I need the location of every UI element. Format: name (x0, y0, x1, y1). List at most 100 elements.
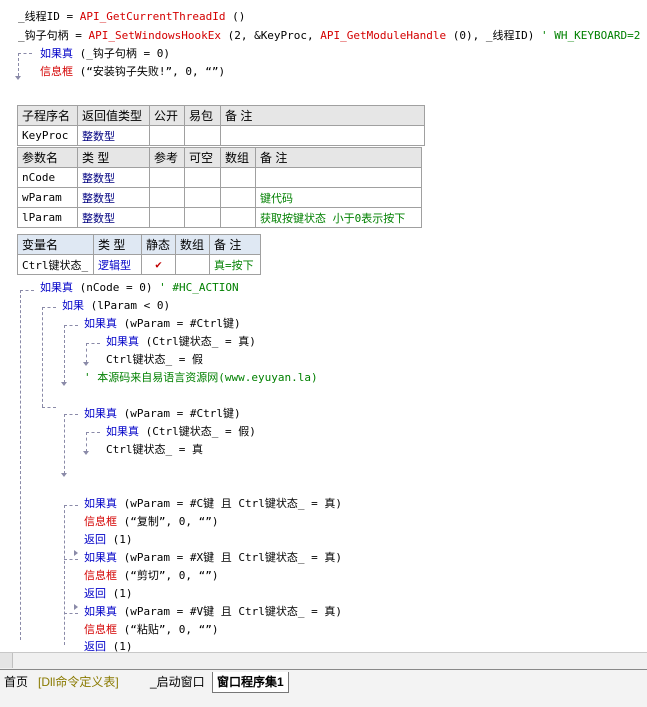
tab-window-program-set[interactable]: 窗口程序集1 (212, 672, 289, 693)
tab-startup-window[interactable]: _启动窗口 (146, 672, 209, 692)
tab-home[interactable]: 首页 (0, 672, 32, 692)
header-cell: 备 注 (209, 234, 261, 255)
flow-line (86, 343, 100, 344)
keyword: 如果真 (106, 335, 139, 348)
code-text: (2, &KeyProc, (220, 29, 321, 42)
sub-name-cell[interactable]: KeyProc (17, 125, 78, 146)
api-call: API_GetModuleHandle (320, 29, 447, 42)
keyword: 如果真 (84, 605, 117, 618)
code-comment: ' WH_KEYBOARD=2 (541, 29, 641, 42)
code-text: (“剪切”, 0, “”) (117, 569, 219, 582)
keyword: 信息框 (40, 65, 73, 78)
flow-arrow-icon (74, 550, 78, 556)
flow-arrow-icon (83, 451, 89, 455)
code-comment[interactable]: ' 本源码来自易语言资源网(www.eyuyan.la) (84, 371, 318, 385)
table-row[interactable]: wParam 整数型 键代码 (17, 187, 422, 208)
table-row[interactable]: nCode 整数型 (17, 167, 422, 188)
tab-dll-commands[interactable]: [Dll命令定义表] (34, 672, 123, 692)
flow-arrow-icon (83, 362, 89, 366)
flow-line (20, 290, 34, 291)
code-line-if-hook-zero[interactable]: 如果真 (_钩子句柄 = 0) (40, 47, 170, 61)
nullable-cell[interactable] (184, 207, 221, 228)
code-line[interactable]: 返回 (1) (84, 587, 133, 601)
code-line[interactable]: 信息框 (“复制”, 0, “”) (84, 515, 218, 529)
remark-cell[interactable]: 键代码 (255, 187, 422, 208)
scroll-left-button[interactable] (0, 653, 13, 668)
header-cell: 备 注 (255, 147, 422, 168)
array-cell[interactable] (220, 207, 256, 228)
code-line[interactable]: 返回 (1) (84, 533, 133, 547)
flow-arrow-icon (74, 604, 78, 610)
horizontal-scrollbar[interactable] (0, 652, 647, 669)
code-line[interactable]: 如果 (lParam < 0) (62, 299, 170, 313)
remark-cell[interactable] (255, 167, 422, 188)
code-text: (wParam = #Ctrl键) (117, 407, 241, 420)
return-type-cell[interactable]: 整数型 (77, 125, 150, 146)
code-text: (1) (106, 587, 133, 600)
ref-cell[interactable] (149, 207, 185, 228)
keyword: 信息框 (84, 515, 117, 528)
header-cell: 参考 (149, 147, 185, 168)
code-text: (1) (106, 533, 133, 546)
keyword: 如果真 (40, 281, 73, 294)
flow-line (64, 613, 78, 614)
code-line[interactable]: 如果真 (wParam = #Ctrl键) (84, 317, 241, 331)
tab-bar: 首页 [Dll命令定义表] _启动窗口 窗口程序集1 (0, 669, 647, 707)
remark-cell[interactable]: 获取按键状态 小于0表示按下 (255, 207, 422, 228)
pack-cell[interactable] (184, 125, 221, 146)
var-name-cell[interactable]: Ctrl键状态_ (17, 254, 94, 275)
nullable-cell[interactable] (184, 187, 221, 208)
code-text: (“粘贴”, 0, “”) (117, 623, 219, 636)
flow-line (64, 325, 65, 383)
code-line[interactable]: 如果真 (Ctrl键状态_ = 真) (106, 335, 256, 349)
param-name-cell[interactable]: wParam (17, 187, 78, 208)
header-cell: 易包 (184, 105, 221, 126)
code-line[interactable]: 如果真 (Ctrl键状态_ = 假) (106, 425, 256, 439)
array-cell[interactable] (220, 167, 256, 188)
flow-line (64, 414, 65, 474)
flow-line (42, 307, 56, 308)
flow-line (64, 414, 78, 415)
header-cell: 数组 (220, 147, 256, 168)
code-text: _钩子句柄 = (18, 29, 89, 42)
code-line[interactable]: 如果真 (wParam = #C键 且 Ctrl键状态_ = 真) (84, 497, 342, 511)
header-cell: 可空 (184, 147, 221, 168)
remark-cell[interactable]: 真=按下 (209, 254, 261, 275)
code-text: (wParam = #C键 且 Ctrl键状态_ = 真) (117, 497, 342, 510)
var-type-cell[interactable]: 逻辑型 (93, 254, 142, 275)
code-line-msgbox-fail[interactable]: 信息框 (“安装钩子失败!”, 0, “”) (40, 65, 225, 79)
code-line[interactable]: Ctrl键状态_ = 真 (106, 443, 203, 457)
code-line[interactable]: 如果真 (wParam = #Ctrl键) (84, 407, 241, 421)
code-comment: ' #HC_ACTION (159, 281, 239, 294)
nullable-cell[interactable] (184, 167, 221, 188)
flow-arrow-icon (15, 76, 21, 80)
param-name-cell[interactable]: lParam (17, 207, 78, 228)
code-line[interactable]: 信息框 (“粘贴”, 0, “”) (84, 623, 218, 637)
code-text: () (225, 10, 246, 23)
code-line-set-hook[interactable]: _钩子句柄 = API_SetWindowsHookEx (2, &KeyPro… (18, 29, 640, 43)
code-line[interactable]: 如果真 (wParam = #V键 且 Ctrl键状态_ = 真) (84, 605, 342, 619)
code-line[interactable]: Ctrl键状态_ = 假 (106, 353, 203, 367)
code-line[interactable]: 信息框 (“剪切”, 0, “”) (84, 569, 218, 583)
code-line[interactable]: 如果真 (wParam = #X键 且 Ctrl键状态_ = 真) (84, 551, 342, 565)
ref-cell[interactable] (149, 167, 185, 188)
param-type-cell[interactable]: 整数型 (77, 167, 150, 188)
checkmark-icon[interactable]: ✔ (141, 254, 176, 275)
code-line-thread-id[interactable]: _线程ID = API_GetCurrentThreadId () (18, 10, 245, 24)
public-cell[interactable] (149, 125, 185, 146)
param-type-cell[interactable]: 整数型 (77, 207, 150, 228)
array-cell[interactable] (175, 254, 210, 275)
table-row[interactable]: lParam 整数型 获取按键状态 小于0表示按下 (17, 207, 422, 228)
param-type-cell[interactable]: 整数型 (77, 187, 150, 208)
table-row[interactable]: Ctrl键状态_ 逻辑型 ✔ 真=按下 (17, 254, 261, 275)
ref-cell[interactable] (149, 187, 185, 208)
array-cell[interactable] (220, 187, 256, 208)
remark-cell[interactable] (220, 125, 425, 146)
header-cell: 数组 (175, 234, 210, 255)
header-cell: 公开 (149, 105, 185, 126)
param-table: 参数名 类 型 参考 可空 数组 备 注 nCode 整数型 wParam 整数… (17, 147, 422, 228)
keyword: 信息框 (84, 623, 117, 636)
param-name-cell[interactable]: nCode (17, 167, 78, 188)
keyword: 如果真 (106, 425, 139, 438)
code-line[interactable]: 如果真 (nCode = 0) ' #HC_ACTION (40, 281, 239, 295)
